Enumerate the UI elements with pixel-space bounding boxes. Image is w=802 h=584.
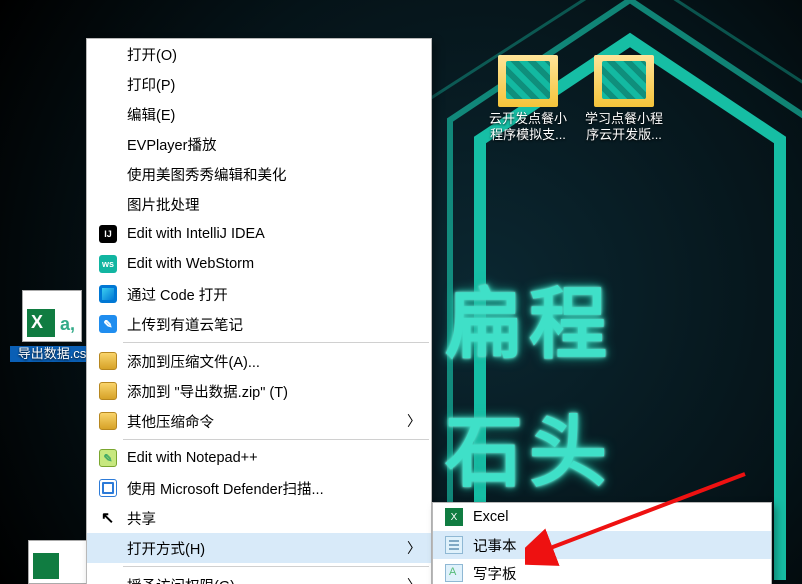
menu-item-label: 通过 Code 打开 [127,284,421,305]
menu-item-npp[interactable]: Edit with Notepad++ [87,443,431,473]
menu-item-label: 使用 Microsoft Defender扫描... [127,478,421,499]
menu-item-grant[interactable]: 授予访问权限(G)〉 [87,570,431,584]
arc-icon [97,380,119,402]
file-icon: X [22,290,82,342]
menu-item-defender[interactable]: 使用 Microsoft Defender扫描... [87,473,431,503]
menu-item-print[interactable]: 打印(P) [87,69,431,99]
menu-item-openwith[interactable]: 打开方式(H)〉 [87,533,431,563]
menu-item-addzip[interactable]: 添加到 "导出数据.zip" (T) [87,376,431,406]
menu-item-webstorm[interactable]: Edit with WebStorm [87,249,431,279]
file-label: 导出数据.cs [10,346,94,362]
menu-item-youdao[interactable]: 上传到有道云笔记 [87,309,431,339]
desktop-folder-1[interactable]: 云开发点餐小程序模拟支... [486,55,570,144]
submenu-item-notepad[interactable]: 记事本 [433,531,771,559]
menu-item-label: 编辑(E) [127,104,421,125]
menu-item-batch[interactable]: 图片批处理 [87,189,431,219]
excel-icon [443,506,465,528]
submenu-item-excel[interactable]: Excel [433,503,771,531]
menu-item-intellij[interactable]: Edit with IntelliJ IDEA [87,219,431,249]
context-menu: 打开(O) 打印(P) 编辑(E) EVPlayer播放使用美图秀秀编辑和美化图片批处… [86,38,432,584]
menu-item-label: 授予访问权限(G) [127,575,397,584]
folder-label: 云开发点餐小程序模拟支... [486,111,570,144]
menu-item-label: 打开(O) [127,44,421,65]
ij-icon [97,223,119,245]
menu-item-evplayer[interactable]: EVPlayer播放 [87,129,431,159]
folder-icon [498,55,558,107]
desktop-file-csv[interactable]: X 导出数据.cs [10,290,94,362]
menu-item-label: Edit with Notepad++ [127,450,421,466]
wallpaper-text-2: 石头 [445,390,613,502]
arc-icon [97,410,119,432]
menu-item-label: Edit with IntelliJ IDEA [127,226,421,242]
menu-separator [123,342,429,343]
menu-item-label: 图片批处理 [127,194,421,215]
menu-item-label: 添加到 "导出数据.zip" (T) [127,381,421,402]
submenu-item-label: Excel [473,509,508,525]
menu-item-edit[interactable]: 编辑(E) [87,99,431,129]
note-icon [97,313,119,335]
desktop-folder-2[interactable]: 学习点餐小程序云开发版... [582,55,666,144]
submenu-arrow-icon: 〉 [397,575,421,584]
menu-item-code[interactable]: 通过 Code 打开 [87,279,431,309]
menu-item-share[interactable]: 共享 [87,503,431,533]
submenu-item-label: 写字板 [473,563,517,584]
npp-icon [97,447,119,469]
menu-separator [123,566,429,567]
folder-label: 学习点餐小程序云开发版... [582,111,666,144]
menu-item-label: 上传到有道云笔记 [127,314,421,335]
wallpaper-text-1: 扁程 [445,262,613,374]
submenu-arrow-icon: 〉 [397,411,421,431]
menu-item-open[interactable]: 打开(O) [87,39,431,69]
menu-item-addarc[interactable]: 添加到压缩文件(A)... [87,346,431,376]
def-icon [97,477,119,499]
menu-item-otherarc[interactable]: 其他压缩命令〉 [87,406,431,436]
word-icon [443,562,465,584]
share-icon [97,507,119,529]
menu-item-meitu[interactable]: 使用美图秀秀编辑和美化 [87,159,431,189]
menu-item-label: Edit with WebStorm [127,256,421,272]
submenu-item-label: 记事本 [473,535,517,556]
arc-icon [97,350,119,372]
file-icon [28,540,88,584]
menu-item-label: 共享 [127,508,421,529]
menu-item-label: 打开方式(H) [127,538,397,559]
menu-item-label: 其他压缩命令 [127,411,397,432]
submenu-arrow-icon: 〉 [397,538,421,558]
menu-item-label: 使用美图秀秀编辑和美化 [127,164,421,185]
folder-icon [594,55,654,107]
menu-item-label: 打印(P) [127,74,421,95]
txt-icon [443,534,465,556]
submenu-item-wordpad[interactable]: 写字板 [433,559,771,584]
ws-icon [97,253,119,275]
menu-item-label: 添加到压缩文件(A)... [127,351,421,372]
menu-separator [123,439,429,440]
menu-item-label: EVPlayer播放 [127,134,421,155]
open-with-submenu: Excel 记事本写字板 [432,502,772,584]
code-icon [97,283,119,305]
